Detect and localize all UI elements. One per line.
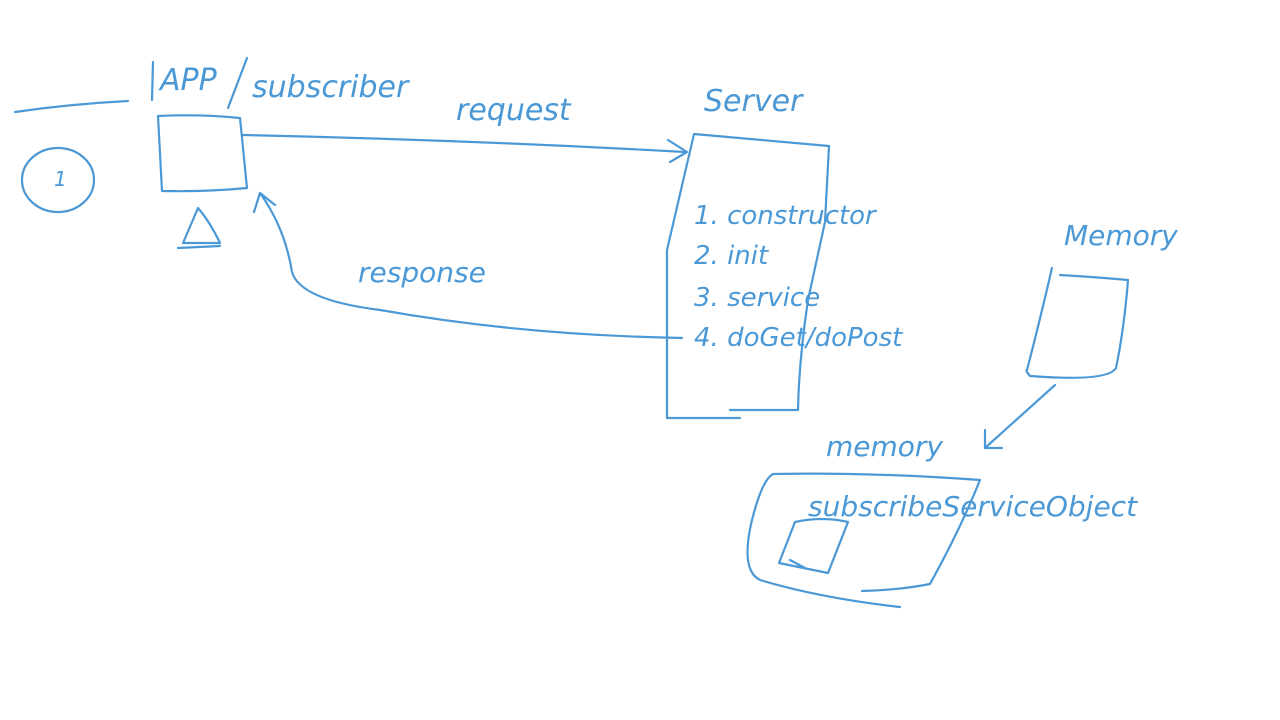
memory-box — [1025, 266, 1130, 379]
step-number: 1 — [54, 167, 67, 191]
server-title: Server — [704, 84, 804, 119]
object-label: subscribeServiceObject — [808, 490, 1138, 523]
lifecycle-step-3: 3. service — [694, 283, 820, 313]
server-box — [665, 132, 831, 420]
lifecycle-step-1: 1. constructor — [694, 201, 878, 231]
subscriber-label: subscriber — [252, 70, 410, 105]
memory-title: Memory — [1064, 219, 1178, 252]
request-label: request — [456, 93, 572, 128]
whiteboard-diagram: 1 APP subscriber request response Server… — [13, 56, 1178, 609]
separator-line — [13, 99, 130, 114]
app-title-bar — [150, 60, 155, 102]
memory-label: memory — [826, 430, 943, 463]
lifecycle-step-4: 4. doGet/doPost — [694, 323, 903, 353]
request-arrow — [241, 133, 689, 164]
object-inner-box — [777, 517, 850, 575]
user-icon — [176, 206, 222, 250]
title-slash — [226, 56, 249, 110]
app-title: APP — [158, 63, 218, 98]
app-box — [156, 114, 249, 193]
lifecycle-step-2: 2. init — [694, 241, 769, 271]
response-label: response — [358, 256, 486, 289]
memory-arrow — [983, 383, 1057, 450]
